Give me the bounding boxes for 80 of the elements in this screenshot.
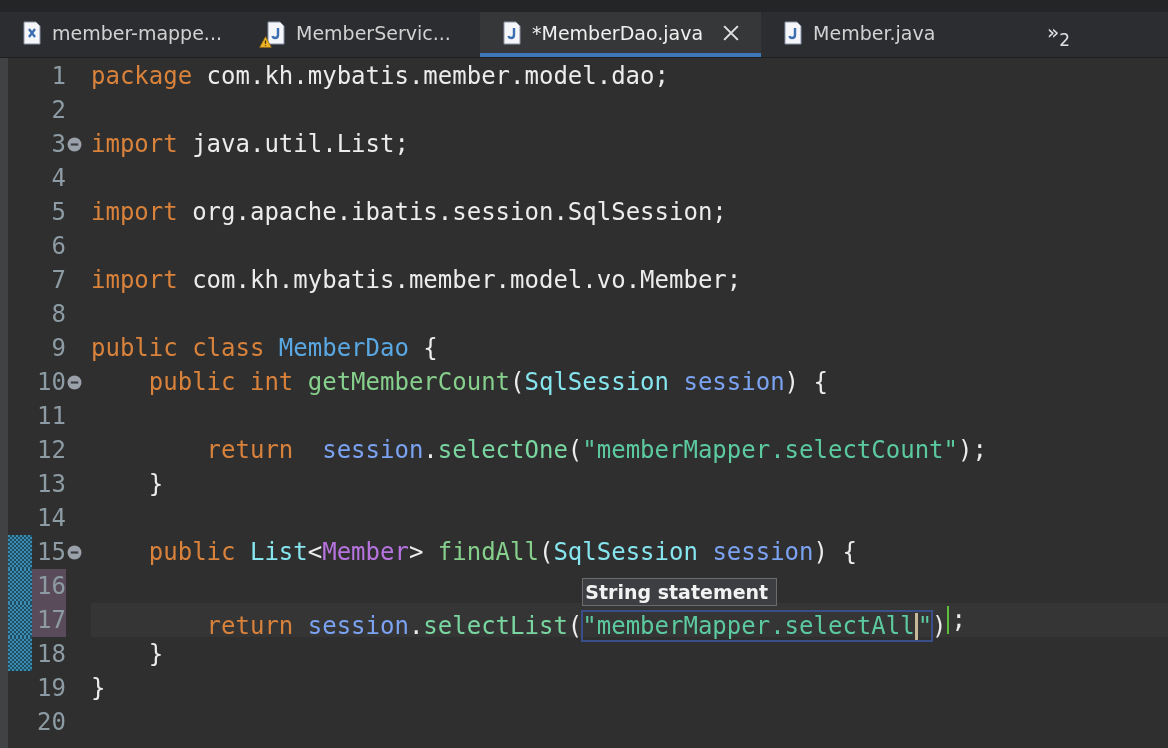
linked-edit-field[interactable]: "memberMapper.selectAll": [582, 611, 933, 641]
code-text: .: [408, 612, 424, 640]
collapse-icon[interactable]: [67, 544, 82, 560]
code-text: org.apache.ibatis.session.SqlSession;: [192, 198, 727, 226]
close-icon[interactable]: [723, 24, 740, 41]
line-number: 14: [36, 503, 66, 534]
code-text: session: [712, 538, 814, 566]
code-text: selectOne: [437, 436, 568, 464]
line-number: 19: [36, 673, 66, 704]
code-text: ) {: [813, 538, 857, 566]
code-text: }: [91, 674, 106, 702]
collapse-icon[interactable]: [67, 374, 82, 390]
code-text: List: [249, 538, 308, 566]
line-number: 12: [36, 435, 66, 466]
line-number: 9: [50, 333, 66, 364]
code-text: selectList: [423, 612, 568, 640]
file-icon: [783, 20, 804, 45]
line-number: 1: [50, 61, 66, 92]
code-text: com.kh.mybatis.member.model.vo.Member;: [192, 266, 742, 294]
code-text: (: [567, 436, 583, 464]
code-text: .: [423, 436, 438, 464]
code-text: import: [91, 266, 179, 294]
file-icon: [22, 20, 42, 45]
line-number: 10: [36, 367, 66, 398]
code-text: (: [567, 612, 583, 640]
code-text: session: [322, 436, 424, 464]
line-number: 15: [36, 537, 66, 568]
code-text: );: [958, 436, 987, 464]
line-number: 20: [36, 707, 66, 738]
code-text: findAll: [437, 538, 539, 566]
code-text: "memberMapper.selectCount": [582, 436, 958, 464]
code-text: ): [932, 612, 947, 640]
code-text: return: [205, 612, 295, 640]
code-text: public: [147, 538, 237, 566]
file-icon: [266, 20, 286, 45]
code-text: return: [205, 436, 295, 464]
tooltip: String statement: [582, 578, 778, 606]
code-text: package: [91, 62, 194, 90]
code-text: getMemberCount: [307, 368, 511, 396]
code-text: MemberDao: [278, 334, 409, 362]
line-number: 8: [50, 299, 66, 330]
file-icon: [502, 20, 522, 45]
code-text: session: [683, 368, 785, 396]
code-text: import: [91, 198, 179, 226]
code-text: com.kh.mybatis.member.model.dao;: [206, 62, 669, 90]
code-text: }: [147, 470, 164, 498]
line-number: 4: [50, 163, 66, 194]
editor-tab[interactable]: MemberServic...: [244, 12, 480, 57]
line-number: 6: [50, 231, 66, 262]
editor-tab[interactable]: *MemberDao.java: [480, 12, 762, 57]
code-text: public class: [91, 334, 266, 362]
code-text: (: [510, 368, 525, 396]
code-text: public int: [147, 368, 295, 396]
line-number: 11: [36, 401, 66, 432]
code-text: SqlSession: [524, 368, 670, 396]
code-text: }: [147, 640, 164, 668]
line-number: 18: [36, 639, 66, 670]
line-number: 3: [50, 129, 66, 160]
code-text: <: [307, 538, 323, 566]
editor-tab[interactable]: member-mappe...: [0, 12, 244, 57]
code-text: ) {: [784, 368, 828, 396]
code-text: java.util.List;: [192, 130, 409, 158]
editor-tab[interactable]: Member.java: [761, 12, 998, 57]
line-number: 17: [32, 603, 66, 637]
code-text: Member: [322, 538, 409, 566]
line-number: 5: [50, 197, 66, 228]
code-text: >: [408, 538, 425, 566]
code-text: ;: [951, 605, 966, 636]
exit-position-marker: [946, 606, 949, 634]
line-number: 7: [50, 265, 66, 296]
line-number: 2: [50, 95, 66, 126]
code-text: {: [422, 334, 438, 362]
line-number: 16: [32, 569, 66, 603]
code-text: session: [307, 612, 409, 640]
code-text: import: [91, 130, 179, 158]
collapse-icon[interactable]: [67, 136, 82, 152]
line-number: 13: [36, 469, 66, 500]
text-caret: [914, 613, 918, 641]
code-text: (: [538, 538, 554, 566]
code-text: SqlSession: [553, 538, 699, 566]
